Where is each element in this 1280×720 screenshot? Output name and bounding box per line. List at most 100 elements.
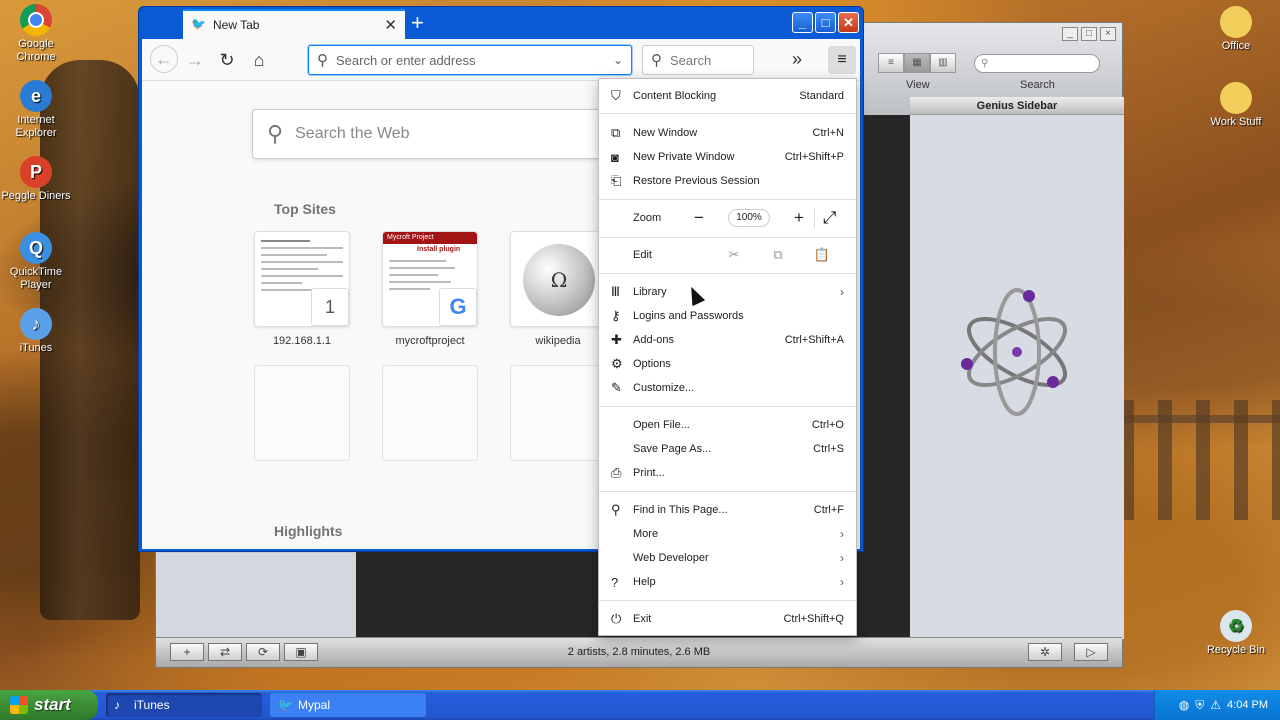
top-site-badge: 1 [311,288,349,326]
paste-icon[interactable]: 📋 [800,247,844,263]
empty-top-site-slot[interactable] [382,365,478,461]
taskbar-item-itunes[interactable]: ♪ iTunes [106,693,262,717]
menu-separator [599,237,856,238]
menu-item-new-window[interactable]: ⧉ New Window Ctrl+N [599,122,856,144]
desktop-icon-work-stuff[interactable]: Work Stuff [1200,82,1272,129]
empty-top-site-slot[interactable] [510,365,606,461]
itunes-search-label: Search [1020,79,1055,91]
empty-top-site-slot[interactable] [254,365,350,461]
menu-item-addons[interactable]: ✚ Add-ons Ctrl+Shift+A [599,329,856,351]
top-site-label: mycroftproject [395,335,465,347]
genius-button[interactable]: ✲ [1028,643,1062,661]
chevron-right-icon: › [840,575,844,589]
menu-item-options[interactable]: ⚙ Options [599,353,856,375]
itunes-window-buttons: _ □ × [1062,27,1116,41]
back-button[interactable]: ← [150,45,178,73]
top-site-tile[interactable]: 1 192.168.1.1 [254,231,350,347]
minimize-button[interactable]: _ [792,12,813,33]
list-view-button[interactable]: ≡ [878,53,904,73]
chevron-right-icon: › [840,551,844,565]
desktop-icon-office[interactable]: Office [1200,6,1272,53]
library-icon: Ⅲ [611,284,620,299]
menu-item-help[interactable]: ? Help › [599,571,856,593]
desktop-icon-quicktime[interactable]: Q QuickTime Player [0,232,72,292]
reload-button[interactable]: ↻ [214,47,240,73]
sidebar-toggle-button[interactable]: ▷ [1074,643,1108,661]
chevron-right-icon: › [840,527,844,541]
menu-item-web-developer[interactable]: Web Developer › [599,547,856,569]
system-tray: ◍ ⛨ ⚠ 4:04 PM [1154,690,1280,720]
zoom-out-button[interactable]: − [684,208,714,228]
desktop-icon-internet-explorer[interactable]: e Internet Explorer [0,80,72,140]
key-icon: ⚷ [611,308,621,323]
menu-item-content-blocking[interactable]: ⛉ Content Blocking Standard [599,85,856,107]
desktop-icon-chrome[interactable]: Google Chrome [0,4,72,64]
close-window-button[interactable]: ✕ [838,12,859,33]
menu-item-open-file[interactable]: Open File... Ctrl+O [599,414,856,436]
coverflow-view-button[interactable]: ▥ [930,53,956,73]
desktop-icon-recycle-bin[interactable]: ♻ Recycle Bin [1200,610,1272,657]
chevron-down-icon[interactable]: ⌄ [613,53,623,67]
menu-item-customize[interactable]: ✎ Customize... [599,377,856,399]
folder-icon [1220,6,1252,38]
desktop-icon-label: QuickTime Player [9,266,63,291]
zoom-reset-button[interactable]: 100% [728,209,770,227]
taskbar-item-mypal[interactable]: 🐦 Mypal [270,693,426,717]
new-tab-button[interactable]: + [411,11,424,35]
shield-alert-icon[interactable]: ⚠ [1210,698,1221,712]
fullscreen-icon[interactable]: ⤢ [814,208,844,228]
navigation-toolbar: ← → ↻ ⌂ ⚲ Search or enter address ⌄ ⚲ Se… [142,39,860,81]
menu-item-find[interactable]: ⚲ Find in This Page... Ctrl+F [599,499,856,521]
start-label: start [34,695,71,714]
chrome-icon [20,4,52,36]
top-site-thumbnail: Ω [510,231,606,327]
toolbar-overflow-button[interactable]: » [792,49,802,70]
menu-item-print[interactable]: ⎙ Print... [599,462,856,484]
menu-item-logins[interactable]: ⚷ Logins and Passwords [599,305,856,327]
mypal-icon: 🐦 [278,698,293,712]
hamburger-menu-button[interactable]: ≡ [828,46,856,74]
security-icon[interactable]: ⛨ [1195,698,1204,713]
menu-item-library[interactable]: Ⅲ Library › [599,281,856,303]
copy-icon[interactable]: ⧉ [756,247,800,263]
top-site-label: wikipedia [535,335,581,347]
highlights-title: Highlights [274,523,343,539]
top-site-tile[interactable]: Mycroft Project Install plugin G mycroft… [382,231,478,347]
address-bar[interactable]: ⚲ Search or enter address ⌄ [308,45,632,75]
power-icon: ⏻ [611,611,622,626]
genius-sidebar-title: Genius Sidebar [910,97,1124,115]
quicktime-icon: Q [20,232,52,264]
close-tab-icon[interactable]: ✕ [384,16,397,34]
top-site-thumbnail: 1 [254,231,350,327]
tab-new-tab[interactable]: 🐦 New Tab ✕ [183,9,405,39]
genius-sidebar: Genius Sidebar [910,97,1124,639]
view-buttons: ≡ ▦ ▥ [878,53,956,73]
itunes-bottom-right-buttons: ✲ ▷ [1028,643,1108,661]
itunes-search-input[interactable]: ⚲ [974,54,1100,73]
top-site-tile[interactable]: Ω wikipedia [510,231,606,347]
grid-view-button[interactable]: ▦ [904,53,930,73]
home-button[interactable]: ⌂ [246,47,272,73]
zoom-in-button[interactable]: + [784,208,814,228]
desktop-icon-itunes[interactable]: ♪ iTunes [0,308,72,355]
cut-icon[interactable]: ✂ [712,247,756,263]
menu-item-save-page[interactable]: Save Page As... Ctrl+S [599,438,856,460]
search-bar[interactable]: ⚲ Search [642,45,754,75]
desktop-icon-label: Recycle Bin [1206,644,1266,656]
menu-item-new-private-window[interactable]: ◙ New Private Window Ctrl+Shift+P [599,146,856,168]
minimize-button[interactable]: _ [1062,27,1078,41]
maximize-button[interactable]: □ [815,12,836,33]
forward-button[interactable]: → [182,47,208,73]
desktop-icon-peggle[interactable]: P Peggle Diners [0,156,72,203]
menu-separator [599,491,856,492]
start-button[interactable]: start [0,690,98,720]
menu-item-exit[interactable]: ⏻ Exit Ctrl+Shift+Q [599,608,856,630]
network-icon[interactable]: ◍ [1179,698,1189,712]
menu-item-restore-session[interactable]: ⎗ Restore Previous Session [599,170,856,192]
gear-icon: ⚙ [611,356,623,371]
close-button[interactable]: × [1100,27,1116,41]
menu-item-more[interactable]: More › [599,523,856,545]
maximize-button[interactable]: □ [1081,27,1097,41]
help-icon: ? [611,574,619,590]
desktop-icon-label: Office [1221,40,1251,52]
